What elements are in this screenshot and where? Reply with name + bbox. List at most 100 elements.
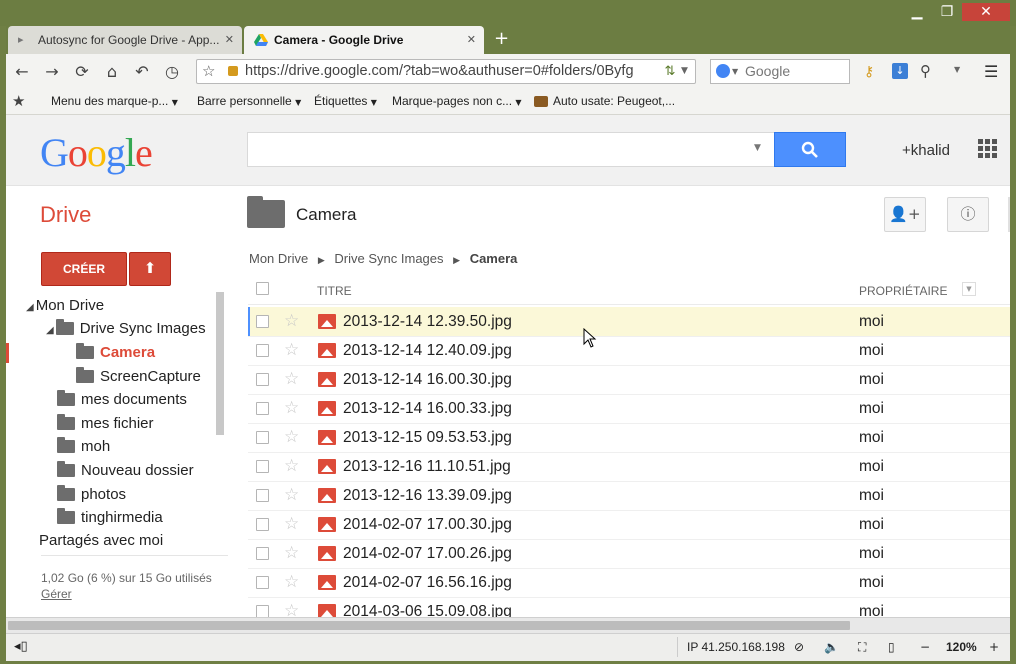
google-search-engine-icon[interactable] (716, 64, 730, 78)
drive-search-input[interactable] (247, 132, 775, 167)
zoom-out-button[interactable]: − (920, 634, 930, 660)
expand-arrow-icon[interactable]: ◢ (46, 325, 54, 336)
bookmark-personal-bar[interactable]: Barre personnelle ▼ (197, 90, 301, 114)
star-icon[interactable]: ☆ (284, 369, 299, 389)
file-row[interactable]: ☆ 2013-12-16 13.39.09.jpg moi (248, 481, 1010, 511)
reader-icon[interactable]: ▯ (888, 634, 895, 660)
drive-label[interactable]: Drive (40, 202, 91, 228)
row-checkbox[interactable] (256, 547, 269, 560)
bookmarks-star-icon[interactable]: ★ (12, 90, 25, 112)
zoom-in-button[interactable]: + (989, 634, 999, 660)
tree-item-photos[interactable]: photos (57, 484, 126, 506)
select-all-checkbox[interactable] (256, 282, 269, 295)
row-checkbox[interactable] (256, 373, 269, 386)
new-tab-button[interactable]: + (494, 26, 509, 52)
row-checkbox[interactable] (256, 605, 269, 617)
file-row[interactable]: ☆ 2013-12-15 09.53.53.jpg moi (248, 423, 1010, 453)
share-add-person-button[interactable]: 👤+ (884, 197, 926, 232)
forward-arrow-icon[interactable]: → (42, 62, 62, 82)
bookmark-auto-usate[interactable]: Auto usate: Peugeot,... (534, 90, 675, 112)
url-text[interactable]: https://drive.google.com/?tab=wo&authuse… (245, 60, 653, 83)
column-owner[interactable]: PROPRIÉTAIRE (859, 284, 947, 298)
file-row[interactable]: ☆ 2013-12-14 16.00.33.jpg moi (248, 394, 1010, 424)
search-options-chevron-icon[interactable]: ▼ (754, 143, 761, 153)
tab-camera-google-drive[interactable]: Camera - Google Drive ✕ (244, 26, 484, 54)
row-checkbox[interactable] (256, 344, 269, 357)
chevron-down-icon[interactable]: ▼ (954, 65, 960, 74)
google-logo[interactable]: Google (40, 129, 153, 176)
tree-item-moh[interactable]: moh (57, 436, 110, 458)
back-arrow-icon[interactable]: ← (12, 62, 32, 82)
row-checkbox[interactable] (256, 518, 269, 531)
fullscreen-icon[interactable]: ⛶ (858, 634, 866, 660)
user-sync-icon[interactable]: ⚲ (920, 62, 931, 80)
star-icon[interactable]: ☆ (284, 311, 299, 331)
star-icon[interactable]: ☆ (284, 485, 299, 505)
tree-item-tinghirmedia[interactable]: tinghirmedia (57, 507, 163, 529)
file-name[interactable]: 2013-12-16 13.39.09.jpg (343, 481, 512, 510)
menu-icon[interactable]: ☰ (984, 62, 998, 81)
tree-item-drive-sync-images[interactable]: ◢ Drive Sync Images (46, 318, 206, 340)
volume-icon[interactable]: 🔈 (824, 634, 839, 660)
block-icon[interactable]: ⊘ (794, 634, 804, 660)
history-icon[interactable]: ◷ (162, 62, 182, 82)
file-row[interactable]: ☆ 2014-02-07 16.56.16.jpg moi (248, 568, 1010, 598)
breadcrumb-drive-sync-images[interactable]: Drive Sync Images (334, 251, 443, 266)
expand-arrow-icon[interactable]: ◢ (26, 302, 34, 313)
scrollbar-thumb[interactable] (8, 621, 850, 630)
extension-icon[interactable]: ⇅ (659, 61, 681, 82)
tree-item-camera[interactable]: Camera (76, 342, 155, 364)
key-icon[interactable]: ⚷ (864, 64, 874, 80)
sidebar-toggle-icon[interactable]: ◂▯ (14, 634, 28, 660)
chevron-down-icon[interactable]: ▼ (681, 61, 695, 82)
file-row[interactable]: ☆ 2013-12-14 16.00.30.jpg moi (248, 365, 1010, 395)
search-bar[interactable]: ▼ Google (710, 59, 850, 84)
row-checkbox[interactable] (256, 489, 269, 502)
close-window-button[interactable]: ✕ (962, 3, 1010, 21)
reload-icon[interactable]: ⟳ (72, 62, 92, 82)
file-row[interactable]: ☆ 2014-02-07 17.00.26.jpg moi (248, 539, 1010, 569)
close-icon[interactable]: ✕ (467, 26, 476, 54)
breadcrumb-mon-drive[interactable]: Mon Drive (249, 251, 308, 266)
tree-item-nouveau-dossier[interactable]: Nouveau dossier (57, 460, 194, 482)
tree-item-screencapture[interactable]: ScreenCapture (76, 366, 201, 388)
apps-grid-icon[interactable] (978, 139, 998, 159)
file-name[interactable]: 2013-12-15 09.53.53.jpg (343, 423, 512, 452)
sidebar-scrollbar[interactable] (216, 292, 224, 435)
create-button[interactable]: CRÉER (41, 252, 127, 286)
file-name[interactable]: 2014-02-07 16.56.16.jpg (343, 568, 512, 597)
home-icon[interactable]: ⌂ (102, 62, 122, 82)
address-bar[interactable]: ☆ https://drive.google.com/?tab=wo&authu… (196, 59, 696, 84)
star-icon[interactable]: ☆ (284, 427, 299, 447)
star-icon[interactable]: ☆ (284, 514, 299, 534)
sort-dropdown-icon[interactable]: ▼ (962, 282, 976, 296)
file-name[interactable]: 2013-12-14 16.00.33.jpg (343, 394, 512, 423)
search-button[interactable] (774, 132, 846, 167)
file-name[interactable]: 2014-02-07 17.00.30.jpg (343, 510, 512, 539)
file-name[interactable]: 2013-12-14 12.39.50.jpg (343, 307, 512, 336)
star-icon[interactable]: ☆ (284, 572, 299, 592)
star-icon[interactable]: ☆ (284, 456, 299, 476)
tree-item-shared-with-me[interactable]: Partagés avec moi (39, 530, 163, 548)
user-name[interactable]: +khalid (902, 142, 950, 159)
file-name[interactable]: 2013-12-14 16.00.30.jpg (343, 365, 512, 394)
star-icon[interactable]: ☆ (284, 543, 299, 563)
download-icon[interactable]: ↓ (892, 63, 908, 79)
bookmark-tags[interactable]: Étiquettes ▼ (314, 90, 377, 114)
tree-item-mon-drive[interactable]: ◢ Mon Drive (26, 295, 104, 317)
file-row[interactable]: ☆ 2014-02-07 17.00.30.jpg moi (248, 510, 1010, 540)
undo-icon[interactable]: ↶ (132, 62, 152, 82)
file-row[interactable]: ☆ 2014-03-06 15.09.08.jpg moi (248, 597, 1010, 617)
tree-item-mes-documents[interactable]: mes documents (57, 389, 187, 411)
maximize-button[interactable]: ❐ (935, 3, 959, 21)
tree-item-mes-fichier[interactable]: mes fichier (57, 413, 154, 435)
star-icon[interactable]: ☆ (284, 601, 299, 617)
file-name[interactable]: 2014-03-06 15.09.08.jpg (343, 597, 512, 617)
column-title[interactable]: TITRE (317, 284, 352, 298)
bookmark-star-icon[interactable]: ☆ (202, 62, 215, 80)
bookmark-unsorted[interactable]: Marque-pages non c... ▼ (392, 90, 522, 114)
minimize-button[interactable]: ▁ (905, 3, 929, 21)
file-name[interactable]: 2013-12-14 12.40.09.jpg (343, 336, 512, 365)
close-icon[interactable]: ✕ (225, 26, 234, 54)
file-row[interactable]: ☆ 2013-12-16 11.10.51.jpg moi (248, 452, 1010, 482)
